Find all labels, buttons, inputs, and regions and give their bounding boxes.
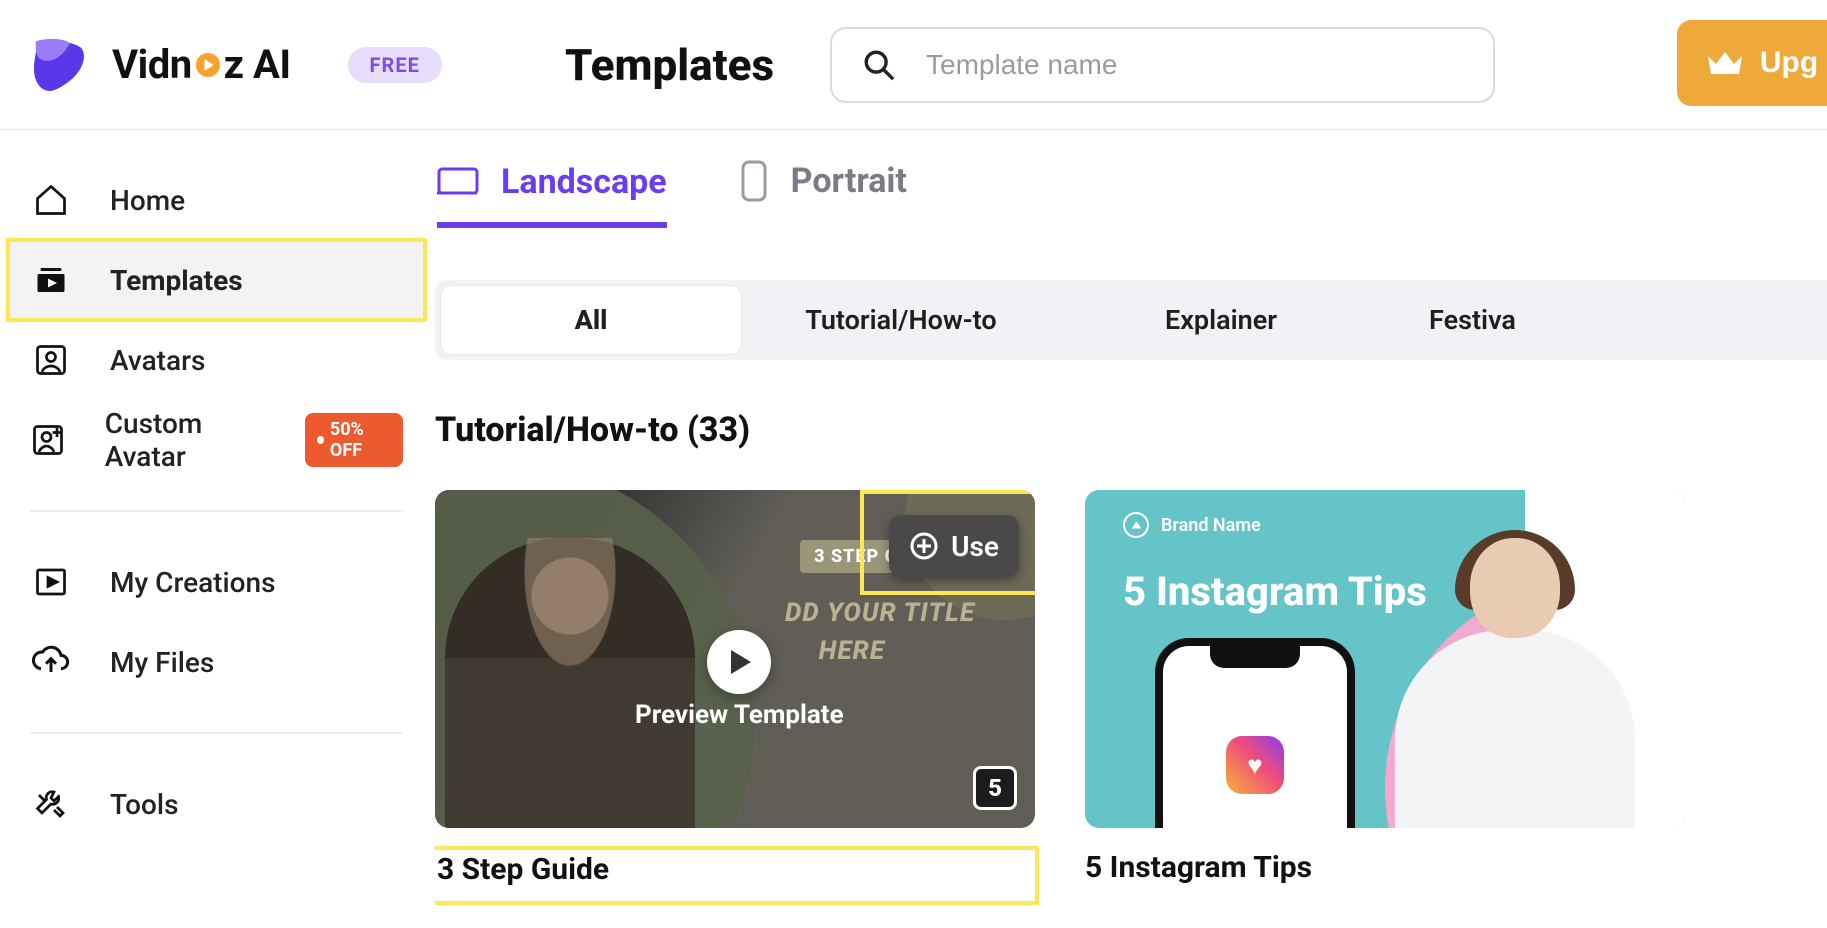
avatar-person-icon	[1405, 538, 1625, 828]
avatars-icon	[30, 342, 72, 378]
home-icon	[30, 182, 72, 218]
sidebar-item-home[interactable]: Home	[8, 160, 425, 240]
dot-icon	[317, 436, 324, 444]
brand-label: Brand Name	[1161, 515, 1261, 536]
tab-label: Landscape	[501, 162, 667, 202]
sidebar-item-avatars[interactable]: Avatars	[8, 320, 425, 400]
sidebar-item-templates[interactable]: Templates	[8, 240, 425, 320]
free-badge: FREE	[348, 47, 442, 83]
template-title[interactable]: 5 Instagram Tips	[1085, 850, 1685, 885]
play-icon[interactable]	[707, 630, 771, 694]
highlight-box	[860, 490, 1035, 595]
custom-avatar-icon	[30, 422, 67, 458]
header: Vidn z AI FREE Templates Upg	[0, 0, 1827, 130]
sidebar-separator	[30, 732, 403, 734]
discount-text: 50% OFF	[330, 419, 391, 461]
tab-portrait[interactable]: Portrait	[739, 160, 907, 228]
templates-icon	[30, 262, 72, 298]
landscape-icon	[437, 165, 479, 199]
upgrade-label: Upg	[1760, 46, 1818, 80]
logo-mark-icon	[30, 37, 90, 93]
my-creations-icon	[30, 564, 72, 600]
category-tab-festival[interactable]: Festiva	[1381, 286, 1516, 354]
page-title: Templates	[565, 39, 830, 91]
sidebar: Home Templates Avatars	[0, 130, 435, 928]
sidebar-item-label: My Creations	[110, 566, 276, 599]
main: Landscape Portrait All Tutorial/How-to E…	[435, 130, 1827, 928]
template-card: 3 STEP GUIDE DD YOUR TITLE HERE Preview …	[435, 490, 1035, 901]
template-thumbnail[interactable]: 3 STEP GUIDE DD YOUR TITLE HERE Preview …	[435, 490, 1035, 828]
sidebar-item-my-creations[interactable]: My Creations	[8, 542, 425, 622]
brand-name-overlay: Brand Name	[1123, 512, 1261, 538]
discount-badge: 50% OFF	[305, 413, 403, 467]
thumb-title-line2: HERE	[819, 636, 885, 666]
category-tab-all[interactable]: All	[441, 286, 741, 354]
logo[interactable]: Vidn z AI FREE	[30, 37, 565, 93]
sidebar-item-label: Tools	[110, 788, 178, 821]
section-title: Tutorial/How-to (33)	[435, 410, 1827, 450]
category-tab-explainer[interactable]: Explainer	[1061, 286, 1381, 354]
tab-landscape[interactable]: Landscape	[437, 162, 667, 228]
play-o-icon	[196, 53, 220, 77]
category-tab-tutorial[interactable]: Tutorial/How-to	[741, 286, 1061, 354]
orientation-tabs: Landscape Portrait	[435, 160, 1827, 238]
portrait-icon	[739, 160, 769, 202]
cloud-upload-icon	[30, 644, 72, 680]
category-tabs: All Tutorial/How-to Explainer Festiva	[435, 280, 1827, 360]
search-icon	[862, 48, 896, 82]
brand-right: z AI	[224, 41, 291, 88]
sidebar-item-label: Templates	[110, 264, 243, 297]
phone-notch	[1210, 646, 1300, 668]
sidebar-item-my-files[interactable]: My Files	[8, 622, 425, 702]
sidebar-separator	[30, 510, 403, 512]
sidebar-item-label: Avatars	[110, 344, 205, 377]
page-count-badge: 5	[973, 766, 1017, 810]
instagram-icon: ♥	[1226, 736, 1284, 794]
thumb-title-line1: DD YOUR TITLE	[785, 598, 975, 628]
sidebar-item-label: Home	[110, 184, 185, 217]
phone-icon: ♥	[1155, 638, 1355, 828]
sidebar-item-custom-avatar[interactable]: Custom Avatar 50% OFF	[8, 400, 425, 480]
sidebar-item-label: Custom Avatar	[105, 407, 267, 473]
sidebar-item-label: My Files	[110, 646, 214, 679]
tab-label: Portrait	[791, 161, 907, 201]
brand-left: Vidn	[112, 41, 192, 88]
crown-icon	[1706, 48, 1744, 78]
tools-icon	[30, 786, 72, 822]
upgrade-button[interactable]: Upg	[1677, 20, 1827, 106]
template-title[interactable]: 3 Step Guide	[435, 850, 1035, 901]
preview-template-label: Preview Template	[635, 700, 844, 730]
thumb-title: 5 Instagram Tips	[1123, 568, 1427, 615]
brand-logo-icon	[1123, 512, 1149, 538]
brand-name: Vidn z AI	[112, 41, 291, 88]
sidebar-item-tools[interactable]: Tools	[8, 764, 425, 844]
template-card: Brand Name 5 Instagram Tips ♥ 5 Instagra…	[1085, 490, 1685, 885]
template-cards: 3 STEP GUIDE DD YOUR TITLE HERE Preview …	[435, 490, 1827, 901]
search-input[interactable]	[926, 49, 1463, 81]
template-thumbnail[interactable]: Brand Name 5 Instagram Tips ♥	[1085, 490, 1685, 828]
search-field[interactable]	[830, 27, 1495, 103]
